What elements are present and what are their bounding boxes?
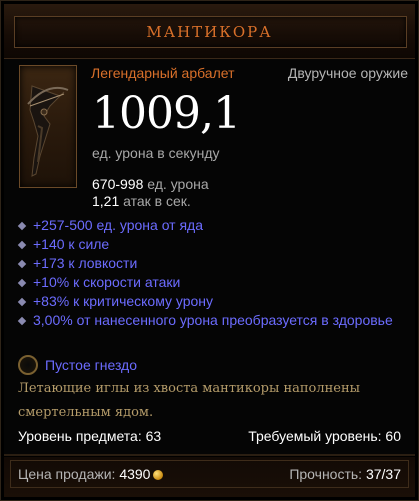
sell-price-value: 4390 xyxy=(119,466,151,482)
affix-bullet-icon xyxy=(17,259,27,269)
item-tooltip: МАНТИКОРА Легендарный арбалет Двуручное … xyxy=(0,0,419,501)
affix-text: +257-500 ед. урона от яда xyxy=(33,217,204,233)
affix-bullet-icon xyxy=(17,240,27,250)
sell-price-label: Цена продажи: xyxy=(18,466,116,482)
attack-speed: 1,21 атак в сек. xyxy=(92,193,191,209)
affix-text: +173 к ловкости xyxy=(33,255,138,271)
affix-bullet-icon xyxy=(17,297,27,307)
tooltip-footer: Цена продажи: 4390 Прочность: 37/37 xyxy=(4,457,415,497)
attack-speed-unit: атак в сек. xyxy=(123,193,191,209)
tooltip-header: МАНТИКОРА xyxy=(4,4,415,59)
item-slot: Двуручное оружие xyxy=(287,65,408,81)
affix-item: +10% к скорости атаки xyxy=(17,273,412,292)
durability-label: Прочность: xyxy=(289,466,363,482)
durability: Прочность: 37/37 xyxy=(289,466,401,482)
sell-price: Цена продажи: 4390 xyxy=(18,466,164,482)
attack-speed-value: 1,21 xyxy=(92,193,120,209)
item-image-frame xyxy=(19,65,77,188)
affix-item: 3,00% от нанесенного урона преобразуется… xyxy=(17,311,412,330)
affix-text: +140 к силе xyxy=(33,236,110,252)
empty-socket-icon xyxy=(18,355,38,375)
dps-label: ед. урона в секунду xyxy=(92,145,220,161)
affix-text: 3,00% от нанесенного урона преобразуется… xyxy=(33,312,393,328)
affix-item: +173 к ловкости xyxy=(17,254,412,273)
damage-range-unit: ед. урона xyxy=(147,176,209,192)
damage-range-value: 670-998 xyxy=(92,176,144,192)
crossbow-icon xyxy=(27,85,69,177)
item-type: Легендарный арбалет xyxy=(91,65,235,81)
flavor-text: Летающие иглы из хвоста мантикоры наполн… xyxy=(18,381,360,420)
item-name: МАНТИКОРА xyxy=(146,23,273,41)
damage-range: 670-998 ед. урона xyxy=(92,176,209,192)
socket-label: Пустое гнездо xyxy=(45,357,138,373)
affix-text: +83% к критическому урону xyxy=(33,293,214,309)
required-level: Требуемый уровень: 60 xyxy=(248,428,401,444)
gold-coin-icon xyxy=(153,470,164,480)
dps-value: 1009,1 xyxy=(92,88,241,139)
affix-item: +140 к силе xyxy=(17,235,412,254)
item-level: Уровень предмета: 63 xyxy=(18,428,162,444)
affix-bullet-icon xyxy=(17,278,27,288)
affix-item: +257-500 ед. урона от яда xyxy=(17,216,412,235)
affix-text: +10% к скорости атаки xyxy=(33,274,181,290)
affix-bullet-icon xyxy=(17,221,27,231)
footer-divider xyxy=(4,454,415,456)
affix-bullet-icon xyxy=(17,316,27,326)
tooltip-body: Легендарный арбалет Двуручное оружие 100… xyxy=(4,59,415,454)
affix-item: +83% к критическому урону xyxy=(17,292,412,311)
durability-value: 37/37 xyxy=(365,466,401,482)
